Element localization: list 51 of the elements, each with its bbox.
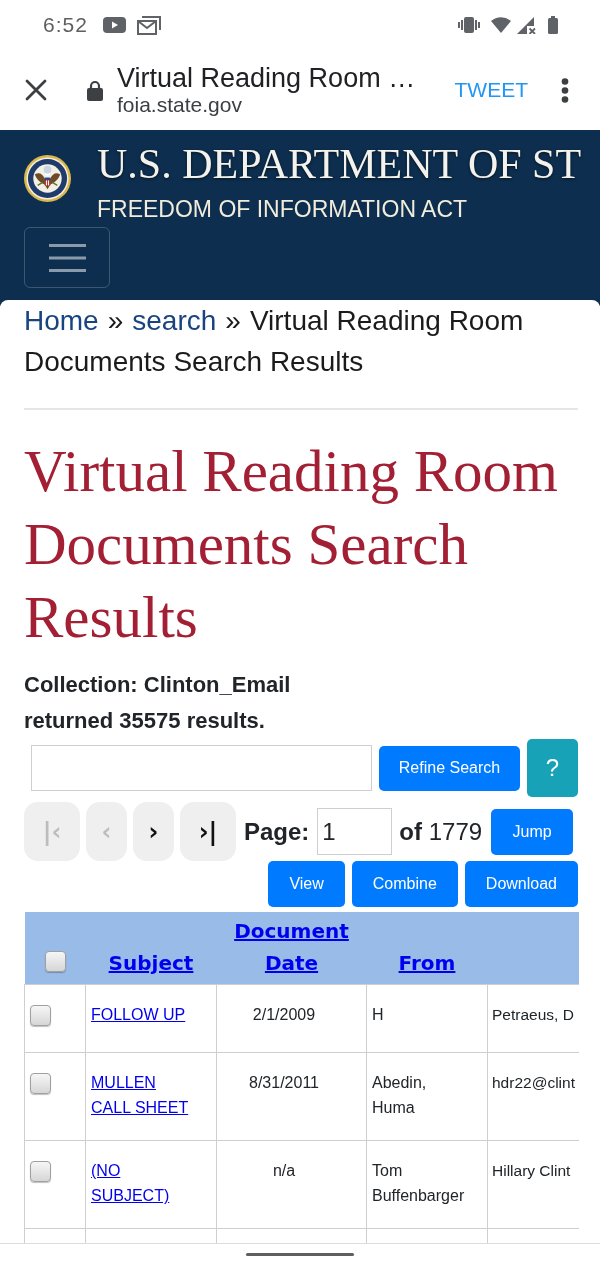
url-text: foia.state.gov: [117, 93, 242, 117]
search-field[interactable]: [31, 745, 372, 791]
menu-button[interactable]: [24, 227, 110, 288]
table-cell: H: [366, 984, 488, 1053]
table-cell: 8/31/2011: [216, 1052, 367, 1141]
column-header-link[interactable]: Subject: [108, 947, 194, 979]
column-header-link[interactable]: From: [398, 947, 456, 979]
row-checkbox[interactable]: [30, 1005, 51, 1026]
next-page-button[interactable]: ›: [133, 802, 174, 861]
close-icon[interactable]: [24, 78, 48, 102]
tweet-button[interactable]: TWEET: [454, 78, 528, 102]
mail-icon: [136, 15, 161, 35]
refine-search-button[interactable]: Refine Search: [379, 745, 520, 791]
battery-icon: [548, 16, 558, 34]
combine-button[interactable]: Combine: [351, 861, 458, 907]
agency-name: U.S. DEPARTMENT OF ST: [97, 141, 582, 187]
menu-icon: [48, 243, 86, 272]
page-label: Page:: [244, 816, 310, 847]
download-button[interactable]: Download: [464, 861, 578, 907]
site-subtitle: FREEDOM OF INFORMATION ACT: [97, 195, 468, 224]
collection-label: Collection: Clinton_Email: [24, 671, 291, 699]
page-number-field[interactable]: 1: [317, 808, 393, 855]
page-heading: Virtual Reading Room Documents Search Results: [24, 437, 559, 652]
status-time: 6:52: [43, 13, 88, 37]
lock-icon: [87, 79, 103, 101]
help-button[interactable]: ?: [527, 739, 578, 797]
table-cell: n/a: [216, 1140, 367, 1229]
breadcrumb: Home » search » Virtual Reading Room Documents Search Results: [24, 304, 525, 379]
play-icon: [102, 17, 126, 33]
select-all-checkbox[interactable]: [44, 951, 66, 972]
page-count: of 1779: [399, 816, 483, 847]
breadcrumb-link[interactable]: search: [132, 305, 217, 336]
jump-button[interactable]: Jump: [491, 808, 574, 855]
table-cell: Abedin, Huma: [366, 1052, 488, 1141]
seal-logo: [24, 155, 71, 202]
breadcrumb-link[interactable]: Home: [24, 305, 99, 336]
result-count: returned 35575 results.: [24, 707, 265, 735]
vibrate-icon: [458, 17, 480, 33]
row-checkbox[interactable]: [30, 1161, 51, 1182]
row-checkbox[interactable]: [30, 1073, 51, 1094]
column-header-link[interactable]: Document Date: [218, 915, 365, 979]
table-cell: Petraeus, D: [487, 984, 579, 1053]
table-cell: 2/1/2009: [216, 984, 367, 1053]
table-cell: Tom Buffenbarger: [366, 1140, 488, 1229]
signal-icon: [517, 16, 536, 34]
gesture-handle[interactable]: [246, 1253, 354, 1256]
last-page-button[interactable]: ›|: [180, 802, 236, 861]
view-button[interactable]: View: [268, 861, 345, 907]
browser-page-title: Virtual Reading Room …: [117, 63, 416, 93]
wifi-icon: [491, 17, 511, 33]
more-options-icon[interactable]: [561, 77, 569, 103]
